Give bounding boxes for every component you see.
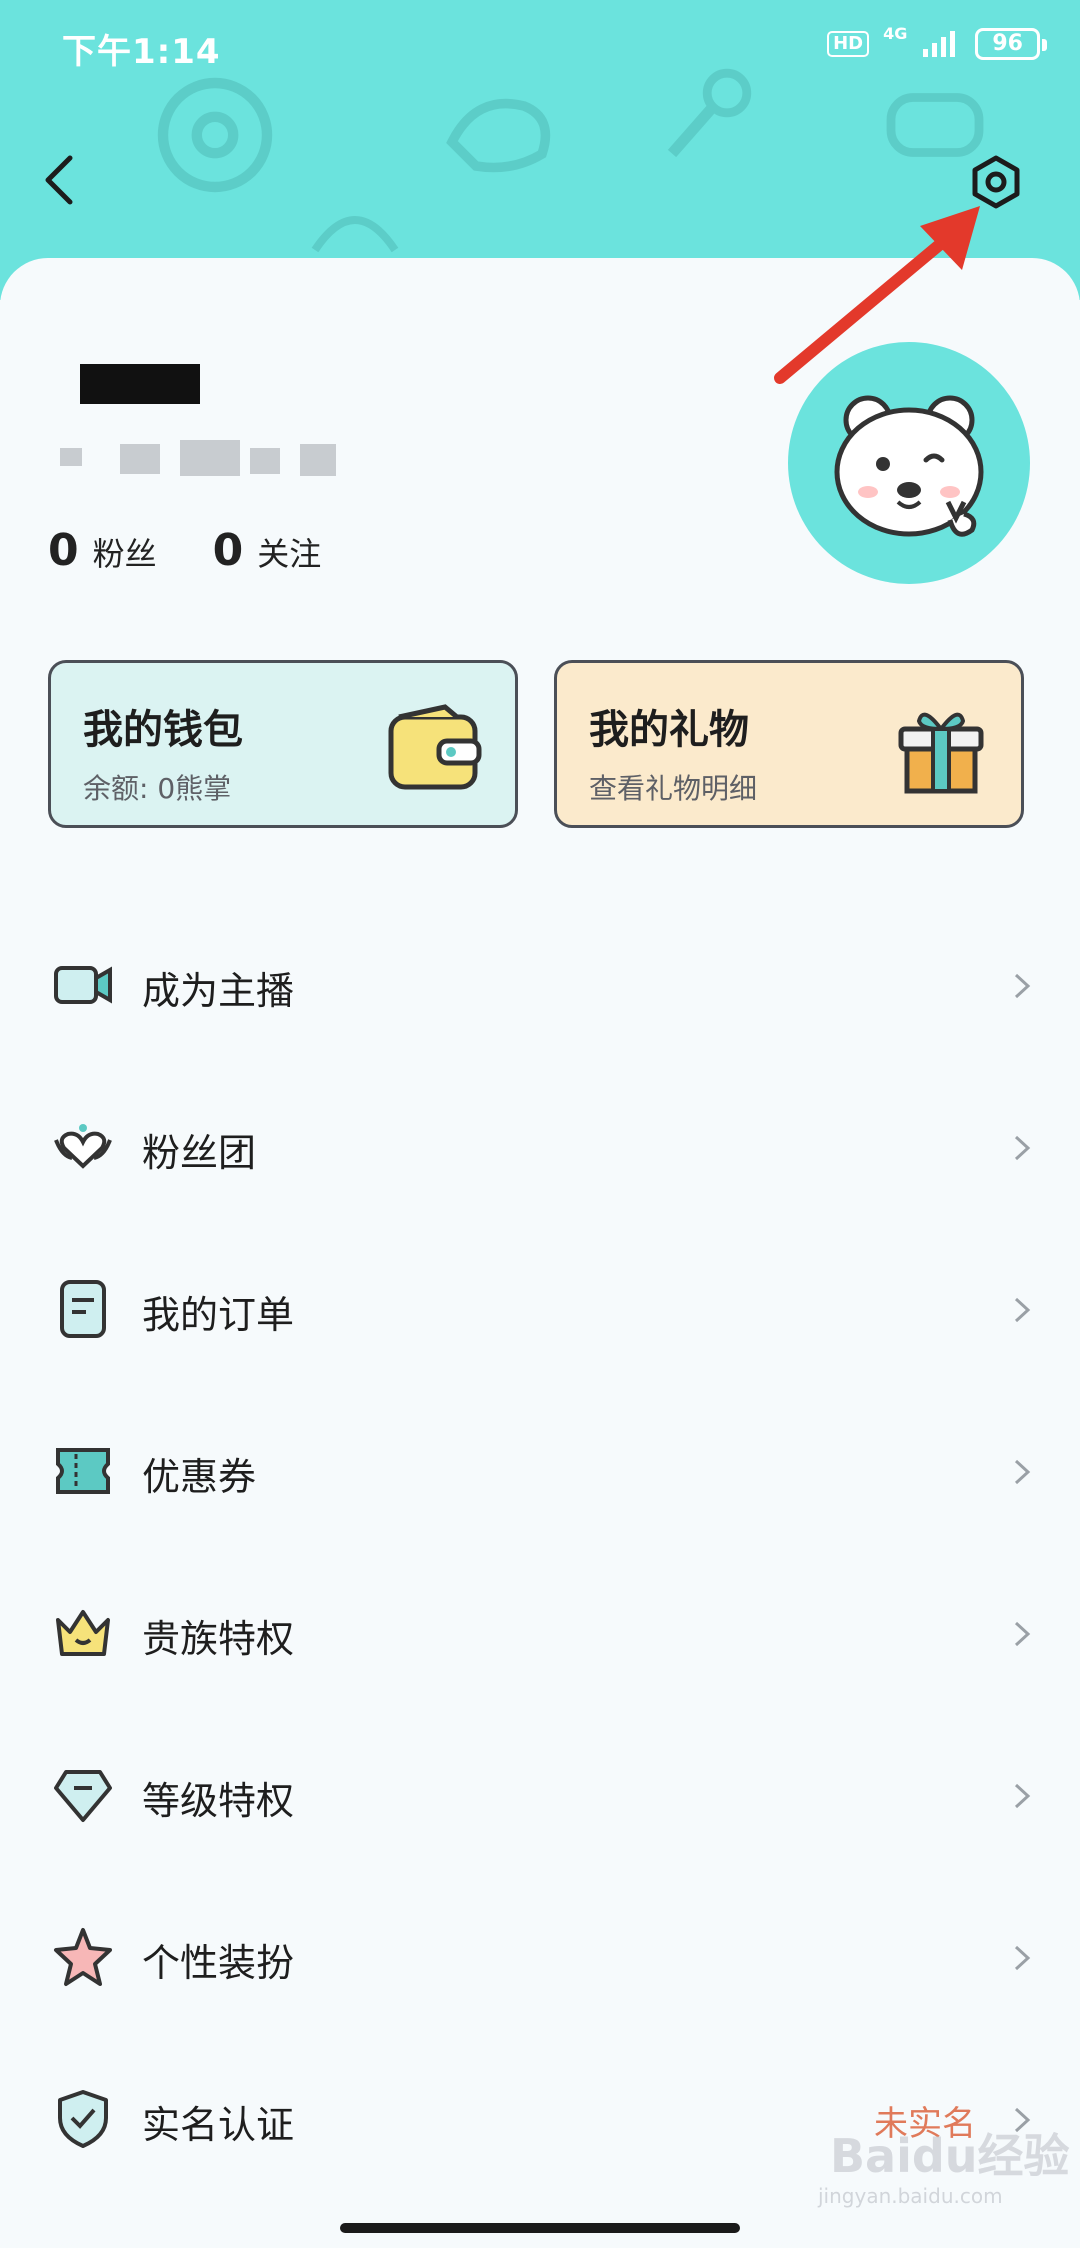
wallet-card[interactable]: 我的钱包 余额: 0熊掌: [48, 660, 518, 828]
network-label: 4G: [883, 24, 908, 43]
chevron-right-icon: [1014, 1945, 1031, 1971]
menu-item-label: 粉丝团: [142, 1131, 257, 1175]
wallet-balance: 余额: 0熊掌: [83, 772, 232, 805]
menu-item-label: 成为主播: [142, 969, 295, 1013]
menu-item-become-streamer[interactable]: 成为主播: [0, 900, 1080, 1062]
menu-item-level-privilege[interactable]: 等级特权: [0, 1710, 1080, 1872]
chevron-right-icon: [1014, 1297, 1031, 1323]
camera-icon: [54, 966, 112, 1004]
coupon-icon: [56, 1448, 110, 1494]
menu-item-label: 我的订单: [142, 1293, 295, 1337]
gift-title: 我的礼物: [589, 707, 749, 753]
user-id-blurred: [60, 440, 340, 480]
status-bar: 下午1:14 HD 4G 96: [0, 0, 1080, 96]
shield-icon: [58, 2090, 108, 2148]
wallet-icon: [388, 704, 482, 790]
gift-box-icon: [898, 712, 984, 794]
menu-item-label: 等级特权: [142, 1779, 295, 1823]
menu-item-label: 贵族特权: [142, 1617, 295, 1661]
menu-item-noble-privilege[interactable]: 贵族特权: [0, 1548, 1080, 1710]
chevron-right-icon: [1014, 1459, 1031, 1485]
menu-item-personal-dressup[interactable]: 个性装扮: [0, 1872, 1080, 2034]
battery-indicator: 96: [975, 28, 1047, 60]
signal-icon: [923, 31, 956, 57]
menu-item-my-orders[interactable]: 我的订单: [0, 1224, 1080, 1386]
username-redacted: [80, 364, 200, 404]
star-icon: [54, 1928, 112, 1986]
hd-badge: HD: [827, 31, 870, 57]
wallet-title: 我的钱包: [83, 707, 243, 753]
profile-stats: 0 粉丝 0 关注: [48, 525, 321, 576]
gift-card[interactable]: 我的礼物 查看礼物明细: [554, 660, 1024, 828]
status-time: 下午1:14: [62, 32, 221, 72]
menu-item-label: 优惠券: [142, 1455, 257, 1499]
menu-item-label: 个性装扮: [142, 1941, 295, 1985]
follow-count[interactable]: 0: [213, 525, 244, 576]
chevron-right-icon: [1014, 1621, 1031, 1647]
menu-item-fan-group[interactable]: 粉丝团: [0, 1062, 1080, 1224]
crown-icon: [56, 1610, 110, 1656]
menu-item-label: 实名认证: [142, 2103, 295, 2147]
chevron-right-icon: [1014, 973, 1031, 999]
home-indicator[interactable]: [340, 2223, 740, 2233]
menu-item-coupons[interactable]: 优惠券: [0, 1386, 1080, 1548]
gift-detail: 查看礼物明细: [589, 772, 758, 805]
back-arrow-icon[interactable]: [40, 150, 80, 210]
watermark-url: jingyan.baidu.com: [818, 2184, 1003, 2208]
diamond-icon: [54, 1770, 112, 1822]
fans-label[interactable]: 粉丝: [93, 529, 157, 575]
chevron-right-icon: [1014, 1783, 1031, 1809]
annotation-arrow-icon: [774, 206, 980, 384]
chevron-right-icon: [1014, 1135, 1031, 1161]
fans-count[interactable]: 0: [48, 525, 79, 576]
watermark: Baidu经验: [830, 2129, 1070, 2183]
order-icon: [60, 1280, 106, 1338]
follow-label[interactable]: 关注: [257, 529, 321, 575]
fan-group-icon: [54, 1124, 112, 1169]
